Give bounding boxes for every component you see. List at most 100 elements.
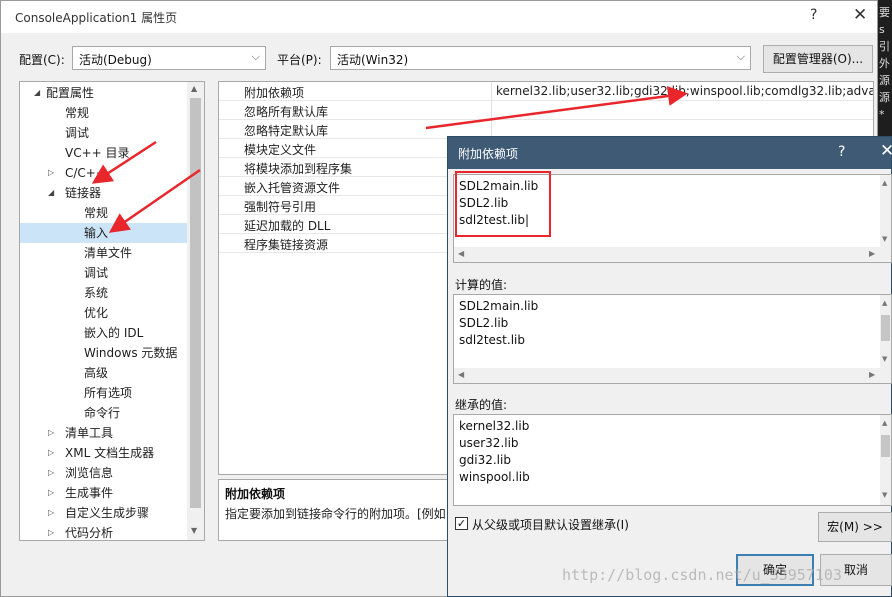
tree-item-label: 清单工具 [65, 426, 114, 440]
tree-item[interactable]: VC++ 目录 [20, 143, 188, 163]
platform-value: 活动(Win32) [337, 53, 409, 67]
inherited-scrollbar[interactable]: ▲ ▼ [880, 415, 891, 505]
tree-item-label: 代码分析 [65, 526, 114, 540]
inherited-line: user32.lib [459, 436, 519, 450]
tree-scrollbar[interactable]: ▲ ▼ [187, 82, 204, 540]
scroll-down-icon[interactable]: ▼ [882, 235, 887, 243]
computed-scrollbar[interactable]: ▲ ▼ [880, 295, 891, 368]
scroll-left-icon[interactable]: ◀ [458, 249, 464, 258]
inherit-checkbox-label[interactable]: 从父级或项目默认设置继承(I) [472, 516, 629, 533]
help-icon[interactable]: ? [810, 7, 817, 23]
platform-label: 平台(P): [277, 53, 322, 67]
scroll-left-icon[interactable]: ◀ [458, 370, 464, 379]
tree-item-label: 高级 [84, 366, 109, 380]
expand-icon[interactable]: ▷ [48, 523, 54, 540]
tree-item-label: 系统 [84, 286, 109, 300]
tree-item[interactable]: ▷ 代码分析 [20, 523, 188, 540]
inherit-checkbox[interactable]: ✓ [455, 517, 468, 530]
tree-item-label: 链接器 [65, 186, 102, 200]
editor-text-fragment: 源 [879, 91, 890, 104]
tree-item[interactable]: ▷ 清单工具 [20, 423, 188, 443]
macros-button[interactable]: 宏(M) >> [818, 512, 892, 542]
checkmark-icon: ✓ [456, 517, 467, 530]
tree-item[interactable]: 调试 [20, 123, 188, 143]
description-title: 附加依赖项 [225, 487, 286, 501]
tree-item[interactable]: 优化 [20, 303, 188, 323]
collapse-icon[interactable]: ◢ [34, 83, 40, 103]
expand-icon[interactable]: ▷ [48, 483, 54, 503]
close-icon[interactable]: ✕ [880, 141, 892, 161]
scroll-up-icon[interactable]: ▲ [191, 84, 197, 93]
property-name: 忽略所有默认库 [244, 105, 329, 119]
tree-item[interactable]: 命令行 [20, 403, 188, 423]
scroll-down-icon[interactable]: ▼ [882, 491, 887, 499]
editor-text-fragment: 源 [879, 74, 890, 87]
tree-item[interactable]: Windows 元数据 [20, 343, 188, 363]
config-value: 活动(Debug) [79, 53, 152, 67]
scroll-thumb[interactable] [190, 98, 201, 508]
computed-values-box: SDL2main.lib SDL2.lib sdl2test.lib ▲ ▼ ◀ ▶ [453, 294, 892, 384]
tree-item[interactable]: ▷ C/C++ [20, 163, 188, 183]
tree-item[interactable]: 系统 [20, 283, 188, 303]
expand-icon[interactable]: ▷ [48, 463, 54, 483]
scroll-up-icon[interactable]: ▲ [882, 179, 887, 187]
tree-item[interactable]: ◢ 链接器 [20, 183, 188, 203]
inherited-line: winspool.lib [459, 470, 530, 484]
tree-item[interactable]: ◢ 配置属性 [20, 83, 188, 103]
inherited-values-label: 继承的值: [455, 398, 508, 412]
tree-item[interactable]: 调试 [20, 263, 188, 283]
tree-item[interactable]: 输入 [20, 223, 188, 243]
scroll-right-icon[interactable]: ▶ [869, 249, 875, 258]
inherited-line: gdi32.lib [459, 453, 511, 467]
tree-item[interactable]: 常规 [20, 103, 188, 123]
tree-item[interactable]: ▷ 自定义生成步骤 [20, 503, 188, 523]
tree-item[interactable]: 嵌入的 IDL [20, 323, 188, 343]
window-title: ConsoleApplication1 属性页 [15, 11, 178, 25]
tree-item-label: 常规 [84, 206, 109, 220]
property-row[interactable]: 忽略所有默认库 [219, 101, 873, 120]
tree-item[interactable]: 高级 [20, 363, 188, 383]
expand-icon[interactable]: ▷ [48, 443, 54, 463]
property-tree: ◢ 配置属性 常规 调试 VC++ 目录 ▷ C/C++ ◢ 链接器 常规 输入 清单文件 调试 系统 优化… [19, 81, 205, 541]
inherited-line: kernel32.lib [459, 419, 530, 433]
chevron-down-icon: ⌵ [251, 50, 260, 63]
editor-text-fragment: s [879, 23, 885, 36]
tree-item[interactable]: 清单文件 [20, 243, 188, 263]
collapse-icon[interactable]: ◢ [48, 183, 54, 203]
close-icon[interactable]: ✕ [853, 5, 867, 25]
tree-item-label: XML 文档生成器 [65, 446, 155, 460]
edit-hscrollbar[interactable]: ◀ ▶ [454, 247, 891, 262]
property-value[interactable]: kernel32.lib;user32.lib;gdi32.lib;winspo… [496, 84, 873, 98]
edit-scrollbar[interactable]: ▲ ▼ [880, 175, 891, 248]
tree-item-label: 优化 [84, 306, 109, 320]
help-icon[interactable]: ? [838, 144, 845, 160]
expand-icon[interactable]: ▷ [48, 163, 54, 183]
tree-item-label: 调试 [65, 126, 90, 140]
config-dropdown[interactable]: 活动(Debug) ⌵ [72, 46, 266, 70]
tree-item[interactable]: 所有选项 [20, 383, 188, 403]
tree-item-label: 浏览信息 [65, 466, 114, 480]
scroll-up-icon[interactable]: ▲ [882, 299, 887, 307]
tree-item-label: 配置属性 [46, 86, 95, 100]
editor-text-fragment: 引 [879, 40, 890, 53]
scroll-thumb[interactable] [881, 315, 890, 341]
tree-item[interactable]: 常规 [20, 203, 188, 223]
computed-hscrollbar[interactable]: ◀ ▶ [454, 368, 891, 383]
scroll-down-icon[interactable]: ▼ [882, 355, 887, 363]
scroll-thumb[interactable] [881, 435, 890, 457]
expand-icon[interactable]: ▷ [48, 503, 54, 523]
scroll-up-icon[interactable]: ▲ [882, 419, 887, 427]
configuration-manager-button[interactable]: 配置管理器(O)... [763, 45, 873, 73]
property-row[interactable]: 附加依赖项 kernel32.lib;user32.lib;gdi32.lib;w… [219, 82, 873, 101]
watermark: http://blog.csdn.net/u_33957103 [562, 566, 842, 584]
scroll-right-icon[interactable]: ▶ [869, 370, 875, 379]
tree-item-label: 清单文件 [84, 246, 133, 260]
expand-icon[interactable]: ▷ [48, 423, 54, 443]
background-editor-strip: 要 s 引外源源 * [878, 0, 892, 140]
scroll-down-icon[interactable]: ▼ [191, 526, 197, 535]
tree-item[interactable]: ▷ 浏览信息 [20, 463, 188, 483]
computed-line: SDL2main.lib [459, 299, 539, 313]
platform-dropdown[interactable]: 活动(Win32) ⌵ [330, 46, 751, 70]
tree-item[interactable]: ▷ 生成事件 [20, 483, 188, 503]
tree-item[interactable]: ▷ XML 文档生成器 [20, 443, 188, 463]
